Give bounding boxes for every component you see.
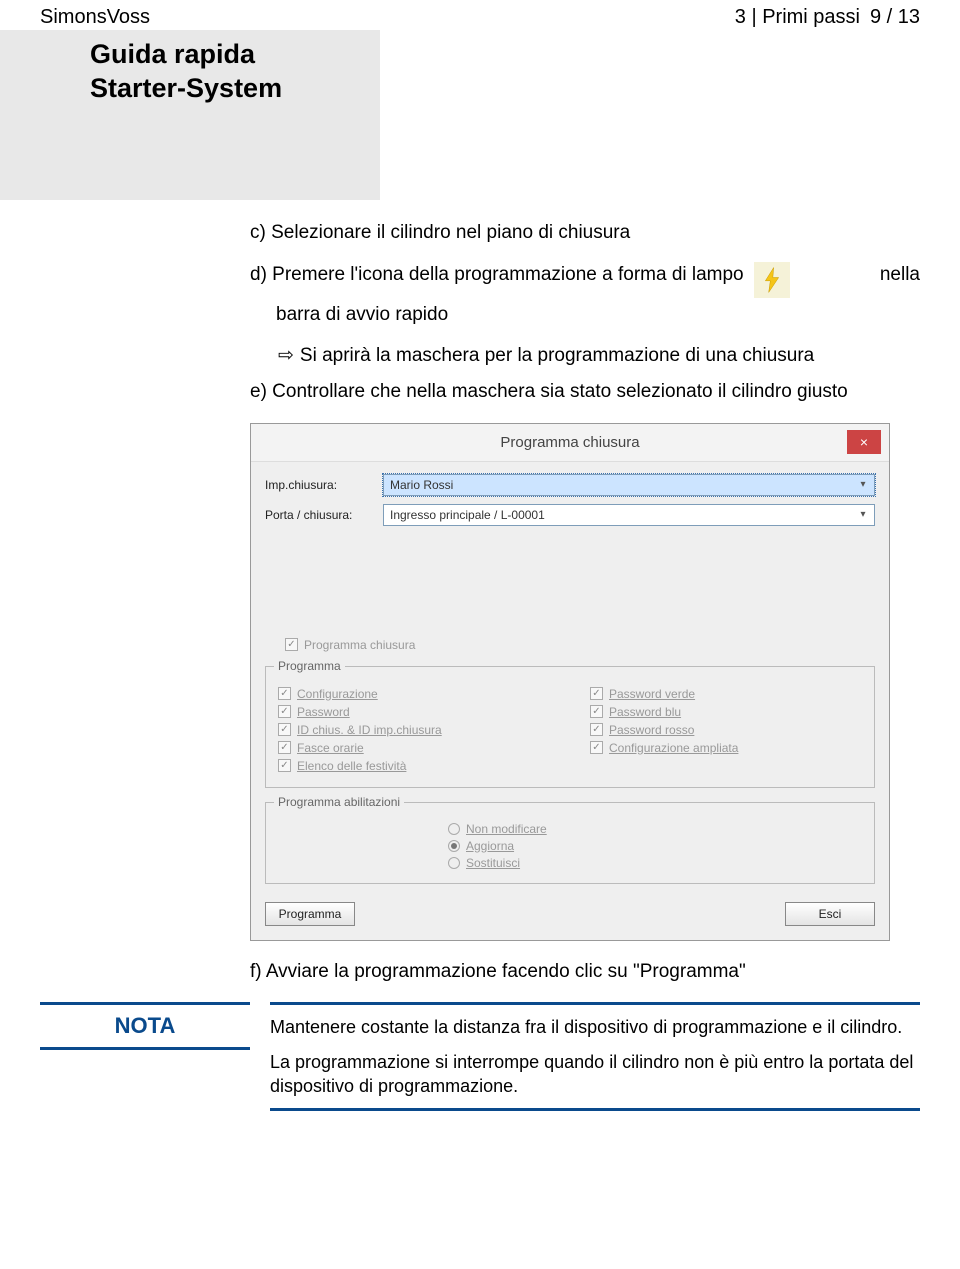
label-porta-chiusura: Porta / chiusura: bbox=[265, 508, 383, 522]
checkbox-festivita[interactable]: ✓ bbox=[278, 759, 291, 772]
combo-porta-value: Ingresso principale / L-00001 bbox=[390, 508, 545, 522]
checkbox-fasce-orarie[interactable]: ✓ bbox=[278, 741, 291, 754]
check-label: Fasce orarie bbox=[297, 741, 364, 755]
chevron-down-icon: ▾ bbox=[856, 508, 870, 522]
radio-sostituisci[interactable] bbox=[448, 857, 460, 869]
groupbox-programma: Programma ✓Configurazione ✓Password ✓ID … bbox=[265, 666, 875, 788]
check-label-programma-chiusura: Programma chiusura bbox=[304, 638, 415, 652]
check-label: Password verde bbox=[609, 687, 695, 701]
radio-aggiorna[interactable] bbox=[448, 840, 460, 852]
programma-button[interactable]: Programma bbox=[265, 902, 355, 926]
checkbox-password[interactable]: ✓ bbox=[278, 705, 291, 718]
close-icon: × bbox=[860, 434, 868, 450]
checkbox-configurazione[interactable]: ✓ bbox=[278, 687, 291, 700]
groupbox-abilitazioni: Programma abilitazioni Non modificare Ag… bbox=[265, 802, 875, 884]
step-d-before: d) Premere l'icona della programmazione … bbox=[250, 262, 744, 288]
check-label: Password rosso bbox=[609, 723, 694, 737]
radio-non-modificare[interactable] bbox=[448, 823, 460, 835]
esci-button[interactable]: Esci bbox=[785, 902, 875, 926]
checkbox-pw-rosso[interactable]: ✓ bbox=[590, 723, 603, 736]
check-label: Configurazione bbox=[297, 687, 378, 701]
checkbox-pw-verde[interactable]: ✓ bbox=[590, 687, 603, 700]
page-title: Guida rapida Starter-System bbox=[90, 38, 282, 106]
radio-label: Non modificare bbox=[466, 822, 547, 836]
nota-text: Mantenere costante la distanza fra il di… bbox=[270, 1002, 920, 1111]
checkbox-pw-blu[interactable]: ✓ bbox=[590, 705, 603, 718]
combo-imp-value: Mario Rossi bbox=[390, 478, 453, 492]
step-f: f) Avviare la programmazione facendo cli… bbox=[250, 959, 920, 985]
check-label: Password bbox=[297, 705, 350, 719]
brand-text: SimonsVoss bbox=[40, 6, 150, 29]
step-d-line1: d) Premere l'icona della programmazione … bbox=[250, 262, 920, 298]
radio-label: Sostituisci bbox=[466, 856, 520, 870]
lightning-icon bbox=[754, 262, 790, 298]
check-label: Elenco delle festività bbox=[297, 759, 406, 773]
nota-p1: Mantenere costante la distanza fra il di… bbox=[270, 1015, 920, 1039]
nota-p2: La programmazione si interrompe quando i… bbox=[270, 1050, 920, 1099]
check-label: ID chius. & ID imp.chiusura bbox=[297, 723, 442, 737]
combo-imp-chiusura[interactable]: Mario Rossi ▾ bbox=[383, 474, 875, 496]
legend-abilitazioni: Programma abilitazioni bbox=[274, 795, 404, 809]
checkbox-id-chius[interactable]: ✓ bbox=[278, 723, 291, 736]
check-label: Password blu bbox=[609, 705, 681, 719]
check-label: Configurazione ampliata bbox=[609, 741, 738, 755]
legend-programma: Programma bbox=[274, 659, 345, 673]
step-d-sub-text: Si aprirà la maschera per la programmazi… bbox=[300, 345, 814, 366]
combo-porta-chiusura[interactable]: Ingresso principale / L-00001 ▾ bbox=[383, 504, 875, 526]
step-c: c) Selezionare il cilindro nel piano di … bbox=[250, 220, 920, 246]
label-imp-chiusura: Imp.chiusura: bbox=[265, 478, 383, 492]
page-number: 9 / 13 bbox=[870, 6, 920, 29]
dialog-title: Programma chiusura bbox=[500, 434, 639, 451]
title-line-1: Guida rapida bbox=[90, 38, 282, 72]
programma-chiusura-dialog: Programma chiusura × Imp.chiusura: Mario… bbox=[250, 423, 890, 941]
nota-badge: NOTA bbox=[40, 1002, 250, 1050]
radio-label: Aggiorna bbox=[466, 839, 514, 853]
close-button[interactable]: × bbox=[847, 430, 881, 454]
chevron-down-icon: ▾ bbox=[856, 478, 870, 492]
step-e: e) Controllare che nella maschera sia st… bbox=[250, 379, 920, 405]
checkbox-programma-chiusura[interactable]: ✓ bbox=[285, 638, 298, 651]
step-d-after: nella bbox=[880, 262, 920, 288]
dialog-titlebar: Programma chiusura × bbox=[251, 424, 889, 462]
breadcrumb: 3 | Primi passi bbox=[735, 6, 860, 29]
checkbox-config-ampliata[interactable]: ✓ bbox=[590, 741, 603, 754]
result-arrow-icon: ⇨ bbox=[278, 343, 294, 369]
step-d-sub: ⇨ Si aprirà la maschera per la programmaz… bbox=[278, 343, 920, 369]
step-d-line2: barra di avvio rapido bbox=[276, 302, 920, 328]
title-line-2: Starter-System bbox=[90, 72, 282, 106]
